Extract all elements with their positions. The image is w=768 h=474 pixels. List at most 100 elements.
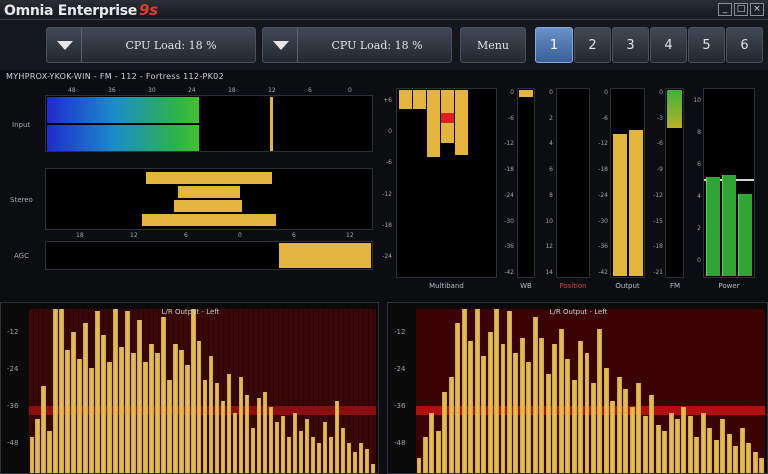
spectrum-bar (422, 437, 428, 473)
spectrum-bar (328, 437, 334, 473)
stereo-scale-tick: 6 (292, 232, 296, 239)
menu-button[interactable]: Menu (460, 27, 526, 63)
spectrum-bar (746, 443, 752, 473)
output-scale-tick: -6 (602, 114, 608, 122)
spectrum-bar (334, 401, 340, 473)
stereo-scale-tick: 12 (130, 232, 138, 239)
spectrum-bar (149, 344, 154, 473)
multiband-scale-tick: -6 (386, 159, 392, 167)
spectrum-bar (597, 329, 603, 473)
preset-button-4[interactable]: 4 (650, 27, 687, 63)
spectrum-bar (545, 374, 551, 473)
spectrum-bar (565, 359, 571, 473)
spectrum-bar (155, 353, 160, 473)
stereo-bar-2 (178, 186, 240, 198)
spectrum-bar (455, 323, 461, 473)
dropdown-triangle-icon (273, 41, 289, 50)
preset-button-5[interactable]: 5 (688, 27, 725, 63)
spectrum-bar (107, 362, 112, 473)
spectrum-bar (629, 407, 635, 473)
spectrum-bar (304, 419, 310, 473)
power-scale-tick: 8 (697, 129, 701, 136)
power-label: Power (718, 282, 740, 290)
spectrum-left-title: L/R Output - Left (161, 308, 220, 316)
position-scale-tick: 14 (545, 269, 553, 276)
output-scale-tick: -24 (598, 191, 608, 199)
stereo-bar-1 (146, 172, 272, 184)
close-icon[interactable]: × (750, 3, 764, 16)
multiband-scale-tick: +6 (383, 97, 392, 104)
spectrum-bar (346, 443, 352, 473)
preset-button-2[interactable]: 2 (574, 27, 611, 63)
maximize-icon[interactable]: □ (734, 3, 748, 16)
spectrum-bar (131, 353, 136, 473)
spectrum-bar (77, 359, 82, 473)
fm-scale-tick: -6 (657, 140, 663, 148)
position-scale-tick: 10 (545, 217, 553, 225)
power-scale-tick: 4 (697, 193, 701, 200)
spectrum-bar (442, 392, 448, 473)
spectrum-bar (125, 311, 130, 473)
spectrum-bar (655, 425, 661, 473)
spectrum-bar (316, 443, 322, 473)
spectrum-bar (506, 311, 512, 473)
spectrum-bar (584, 353, 590, 473)
spectrum-bar (616, 377, 622, 473)
spectrum-bar (610, 401, 616, 473)
input-label: Input (12, 121, 31, 129)
spectrum-bar (298, 431, 304, 473)
fm-scale-tick: -15 (653, 217, 663, 225)
fm-scale-tick: -3 (657, 114, 663, 122)
spectrum-bar (101, 335, 106, 473)
power-scale-tick: 2 (697, 225, 701, 232)
input-right-bar (47, 125, 199, 151)
spectrum-bar (687, 416, 693, 473)
spectrum-bar (95, 311, 100, 473)
output-right-bar (629, 129, 643, 276)
preset-button-1[interactable]: 1 (535, 27, 573, 63)
spectrum-bar (65, 350, 70, 473)
input-peak-marker (270, 97, 274, 151)
spectrum-bar (416, 458, 422, 473)
position-label: Position (559, 282, 587, 290)
spectrum-right-title: L/R Output - Left (549, 308, 608, 316)
spectrum-right-plot (416, 309, 765, 473)
spectrum-bar (552, 344, 558, 473)
spectrum-bar (429, 413, 435, 473)
output-meter (610, 88, 645, 278)
title-bar: Omnia Enterprise 9s _ □ × (0, 0, 768, 20)
power-meter (703, 88, 755, 278)
spectrum-bar (137, 320, 142, 473)
minimize-icon[interactable]: _ (718, 3, 732, 16)
spectrum-bar (474, 309, 480, 473)
cpu-load-left-button[interactable]: CPU Load: 18 % (46, 27, 256, 63)
multiband-band-bar (427, 90, 440, 157)
multiband-scale-tick: -12 (382, 190, 392, 198)
spectrum-bar (71, 332, 76, 473)
multiband-band-bar (399, 90, 412, 109)
spectrum-bar (487, 332, 493, 473)
preset-button-6[interactable]: 6 (726, 27, 763, 63)
input-scale-tick: 30 (148, 87, 156, 94)
spectrum-bar (41, 386, 46, 473)
output-left-bar (613, 133, 627, 276)
spectrum-axis-tick: -24 (7, 365, 19, 373)
spectrum-bar (623, 389, 629, 473)
wb-bar (519, 90, 533, 97)
cpu-load-right-button[interactable]: CPU Load: 18 % (262, 27, 452, 63)
preset-button-3[interactable]: 3 (612, 27, 649, 63)
spectrum-right-panel: L/R Output - Left -12 -24 -36 -48 (387, 302, 768, 474)
spectrum-bar (208, 356, 214, 473)
spectrum-bar (526, 362, 532, 473)
spectrum-bar (340, 428, 346, 473)
spectrum-bar (532, 317, 538, 473)
spectrum-bar (292, 413, 298, 473)
wb-scale-tick: -12 (504, 140, 514, 148)
app-title-text: Omnia Enterprise (4, 3, 137, 19)
spectrum-bar (500, 344, 506, 473)
output-scale-tick: -18 (598, 166, 608, 174)
spectrum-bar (681, 407, 687, 473)
spectrum-bar (726, 434, 732, 473)
power-bar (722, 175, 736, 276)
wb-scale-tick: -24 (504, 191, 514, 199)
